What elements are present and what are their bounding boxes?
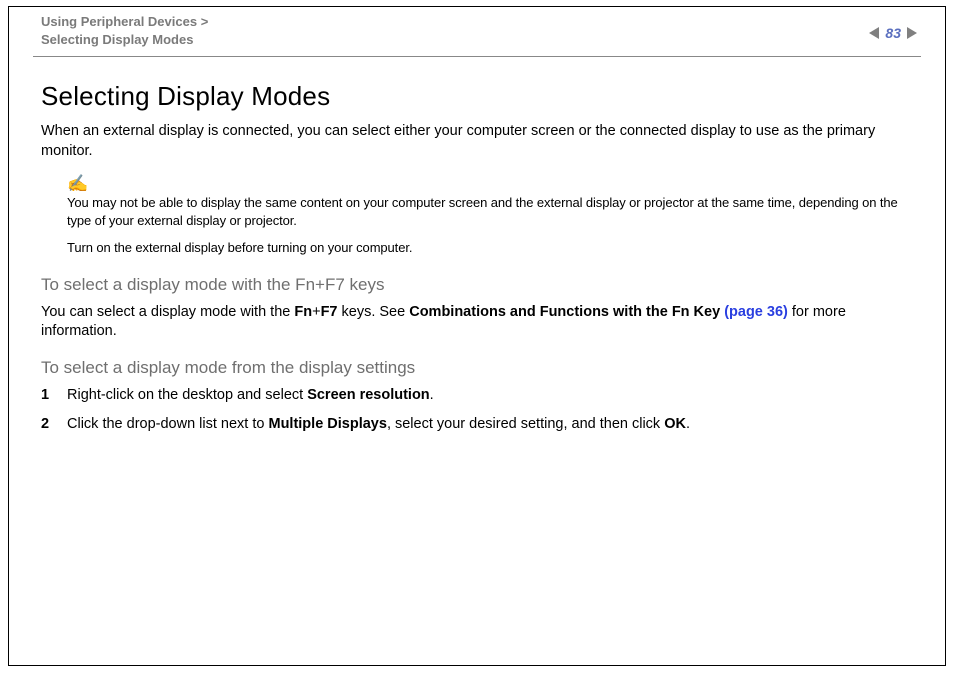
step-1: Right-click on the desktop and select Sc… — [41, 386, 913, 406]
next-page-icon[interactable] — [907, 27, 917, 39]
breadcrumb-page: Selecting Display Modes — [41, 31, 208, 49]
page-content: Selecting Display Modes When an external… — [9, 57, 945, 435]
page-title: Selecting Display Modes — [41, 81, 913, 112]
prev-page-icon[interactable] — [869, 27, 879, 39]
note-block: ✍ You may not be able to display the sam… — [67, 175, 913, 257]
subheading-display-settings: To select a display mode from the displa… — [41, 358, 913, 378]
note-text-2: Turn on the external display before turn… — [67, 239, 913, 257]
subheading-fn-keys: To select a display mode with the Fn+F7 … — [41, 275, 913, 295]
step-2: Click the drop-down list next to Multipl… — [41, 415, 913, 435]
page-36-link[interactable]: (page 36) — [724, 304, 788, 320]
note-text-1: You may not be able to display the same … — [67, 194, 913, 229]
page-nav: 83 — [869, 25, 917, 41]
breadcrumb-section: Using Peripheral Devices — [41, 13, 208, 31]
document-page: Using Peripheral Devices Selecting Displ… — [8, 6, 946, 666]
page-number: 83 — [883, 25, 903, 41]
fn-keys-paragraph: You can select a display mode with the F… — [41, 303, 913, 342]
page-header: Using Peripheral Devices Selecting Displ… — [33, 7, 921, 57]
breadcrumb: Using Peripheral Devices Selecting Displ… — [41, 13, 208, 48]
note-icon: ✍ — [67, 175, 913, 192]
intro-paragraph: When an external display is connected, y… — [41, 122, 913, 161]
steps-list: Right-click on the desktop and select Sc… — [41, 386, 913, 435]
